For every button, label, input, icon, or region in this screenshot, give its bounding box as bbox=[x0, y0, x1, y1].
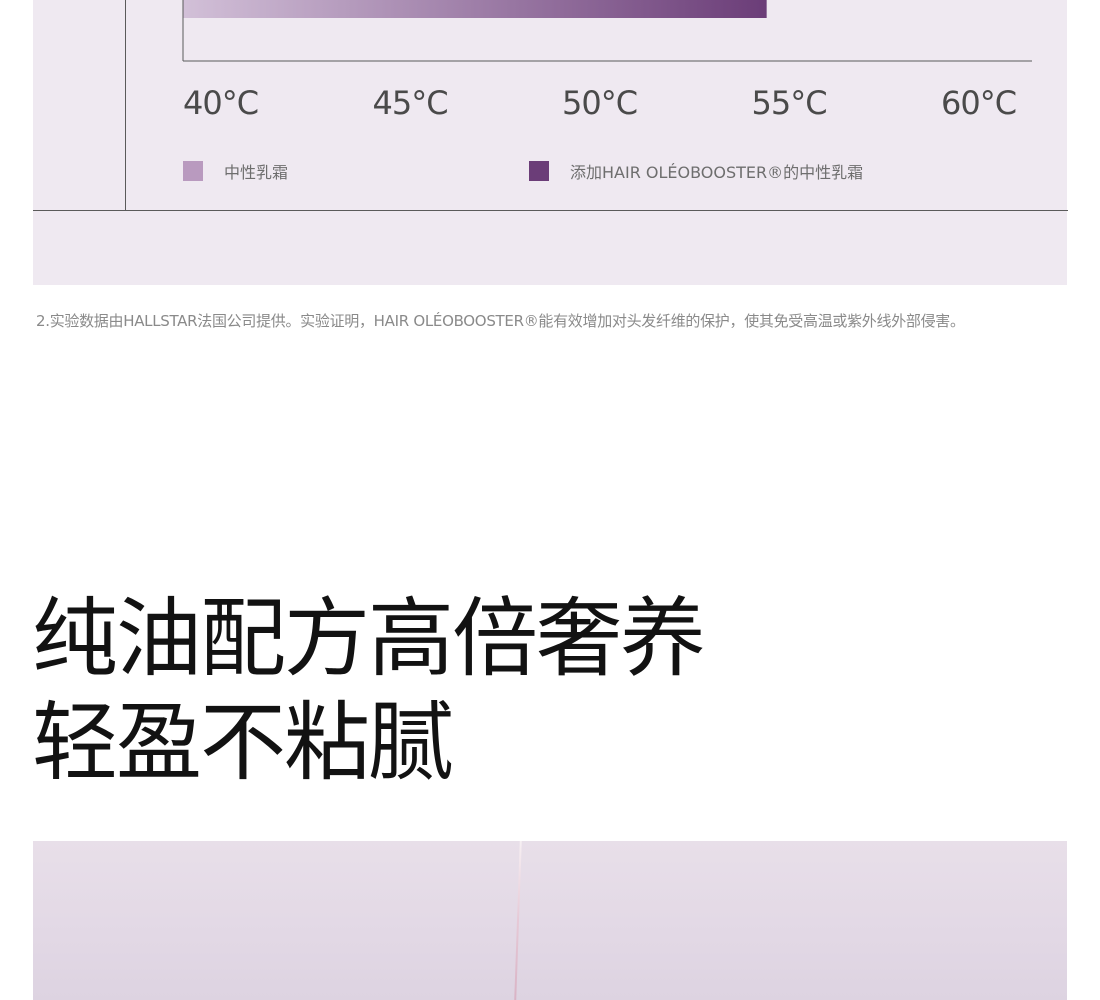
legend-label-neutral-cream: 中性乳霜 bbox=[224, 163, 289, 182]
legend-label-oleobooster-cream: 添加HAIR OLÉOBOOSTER®的中性乳霜 bbox=[570, 163, 864, 182]
oil-dropper-stream bbox=[514, 841, 522, 1000]
headline-line-2: 轻盈不粘腻 bbox=[32, 693, 454, 793]
legend-item-neutral-cream: 中性乳霜 bbox=[183, 160, 288, 182]
chart-panel: 40°C 45°C 50°C 55°C 60°C 中性乳霜 添加HAIR OLÉOBOO… bbox=[33, 0, 1068, 285]
chart-bottom-divider bbox=[33, 210, 1068, 211]
x-tick-label: 60°C bbox=[941, 84, 1016, 122]
bar-0 bbox=[183, 0, 767, 18]
bar-layer bbox=[182, 0, 767, 61]
x-tick-label: 45°C bbox=[373, 84, 448, 122]
headline-line-1: 纯油配方高倍奢养 bbox=[32, 589, 706, 689]
x-tick-label: 50°C bbox=[562, 84, 637, 122]
product-photo bbox=[33, 841, 1067, 1000]
page: 40°C 45°C 50°C 55°C 60°C 中性乳霜 添加HAIR OLÉOBOO… bbox=[0, 0, 1100, 1000]
legend-swatch-oleobooster-cream bbox=[529, 161, 549, 181]
legend-swatch-neutral-cream bbox=[183, 161, 203, 181]
x-tick-labels: 40°C 45°C 50°C 55°C 60°C bbox=[183, 84, 1017, 122]
x-tick-label: 55°C bbox=[752, 84, 827, 122]
legend-item-oleobooster-cream: 添加HAIR OLÉOBOOSTER®的中性乳霜 bbox=[529, 160, 863, 182]
chart-footnote: 2.实验数据由HALLSTAR法国公司提供。实验证明，HAIR OLÉOBOOS… bbox=[36, 312, 965, 330]
x-tick-label: 40°C bbox=[183, 84, 258, 122]
